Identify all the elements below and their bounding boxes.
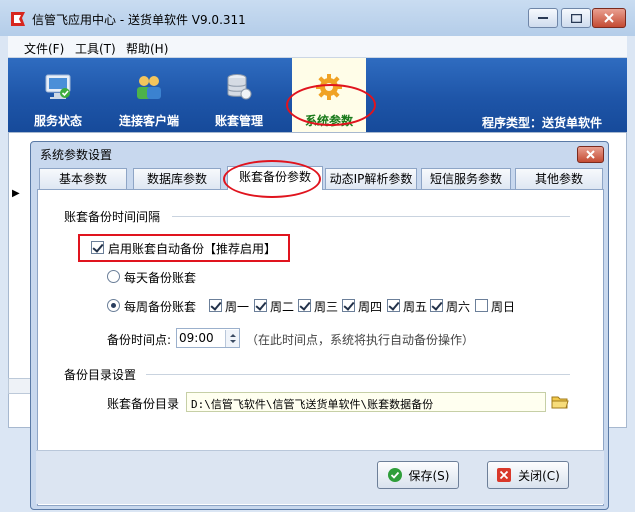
tool-account-management[interactable]: 账套管理	[204, 58, 274, 132]
dialog-close-button[interactable]	[577, 146, 604, 163]
weekday-label: 周三	[314, 300, 339, 314]
tab-database[interactable]: 数据库参数	[133, 168, 221, 190]
app-logo-icon	[8, 9, 28, 29]
tool-label: 连接客户端	[118, 114, 179, 128]
minimize-button[interactable]	[528, 8, 558, 28]
row-indicator-icon: ▶	[12, 188, 20, 199]
group-label-directory: 备份目录设置	[64, 368, 137, 382]
weekday-label: 周六	[446, 300, 471, 314]
title-bar: 信管飞应用中心 - 送货单软件 V9.0.311	[0, 0, 635, 36]
save-button-label: 保存(S)	[408, 468, 450, 483]
backup-time-input[interactable]: 09:00	[176, 328, 240, 348]
spin-arrows-icon	[230, 334, 236, 343]
menu-file[interactable]: 文件(F)	[24, 40, 64, 57]
auto-backup-label: 启用账套自动备份【推荐启用】	[108, 242, 277, 256]
weekday-checkbox-fri[interactable]	[387, 299, 400, 312]
highlight-ellipse-toolbar	[286, 84, 376, 126]
close-box-icon	[497, 468, 512, 482]
weekday-label: 周四	[358, 300, 383, 314]
maximize-icon	[570, 13, 582, 23]
weekday-checkbox-tue[interactable]	[254, 299, 267, 312]
auto-backup-checkbox[interactable]	[91, 241, 104, 254]
weekday-label: 周二	[270, 300, 295, 314]
database-icon	[227, 74, 252, 100]
weekday-checkbox-wed[interactable]	[298, 299, 311, 312]
weekday-label: 周五	[403, 300, 428, 314]
dialog-title: 系统参数设置	[40, 148, 113, 162]
tab-dynamic-ip[interactable]: 动态IP解析参数	[325, 168, 417, 190]
group-divider	[146, 374, 570, 375]
weekday-checkbox-thu[interactable]	[342, 299, 355, 312]
browse-folder-button[interactable]	[551, 394, 569, 413]
folder-icon	[551, 396, 569, 409]
maximize-button[interactable]	[561, 8, 591, 28]
weekday-label: 周日	[491, 300, 516, 314]
group-divider	[172, 216, 570, 217]
tab-sms[interactable]: 短信服务参数	[421, 168, 511, 190]
backup-dir-input[interactable]: D:\信管飞软件\信管飞送货单软件\账套数据备份	[186, 392, 546, 412]
minimize-icon	[538, 17, 548, 19]
users-icon	[137, 76, 161, 99]
close-icon	[586, 150, 595, 159]
monitor-icon	[45, 74, 71, 99]
program-type-label: 程序类型：送货单软件	[482, 116, 603, 130]
time-spin-buttons[interactable]	[225, 330, 239, 347]
backup-time-value: 09:00	[179, 331, 214, 345]
close-icon	[604, 13, 614, 23]
tool-label: 服务状态	[33, 114, 82, 128]
close-dialog-button-label: 关闭(C)	[518, 468, 560, 483]
daily-backup-radio[interactable]	[107, 270, 120, 283]
weekday-checkbox-sat[interactable]	[430, 299, 443, 312]
menu-help[interactable]: 帮助(H)	[126, 40, 168, 57]
backup-time-hint: （在此时间点，系统将执行自动备份操作）	[246, 333, 475, 347]
backup-dir-label: 账套备份目录	[107, 397, 180, 411]
check-circle-icon	[387, 468, 402, 482]
dialog-title-bar: 系统参数设置	[31, 142, 608, 166]
tool-connected-clients[interactable]: 连接客户端	[108, 58, 190, 132]
backup-time-label: 备份时间点:	[107, 333, 172, 347]
group-label-interval: 账套备份时间间隔	[64, 210, 161, 224]
menu-bar: 文件(F) 工具(T) 帮助(H)	[8, 36, 627, 58]
highlight-ellipse-tab	[223, 160, 321, 198]
tab-basic[interactable]: 基本参数	[39, 168, 127, 190]
close-button[interactable]	[592, 8, 626, 28]
close-dialog-button[interactable]: 关闭(C)	[487, 461, 569, 489]
weekday-checkbox-sun[interactable]	[475, 299, 488, 312]
weekly-backup-label: 每周备份账套	[124, 300, 197, 314]
tab-other[interactable]: 其他参数	[515, 168, 603, 190]
menu-tools[interactable]: 工具(T)	[75, 40, 116, 57]
tool-label: 账套管理	[214, 114, 263, 128]
backup-dir-value: D:\信管飞软件\信管飞送货单软件\账套数据备份	[191, 398, 434, 411]
save-button[interactable]: 保存(S)	[377, 461, 459, 489]
window-title: 信管飞应用中心 - 送货单软件 V9.0.311	[32, 13, 246, 27]
tool-service-status[interactable]: 服务状态	[20, 58, 96, 132]
weekday-checkbox-mon[interactable]	[209, 299, 222, 312]
daily-backup-label: 每天备份账套	[124, 271, 197, 285]
weekly-backup-radio[interactable]	[107, 299, 120, 312]
weekday-label: 周一	[225, 300, 250, 314]
